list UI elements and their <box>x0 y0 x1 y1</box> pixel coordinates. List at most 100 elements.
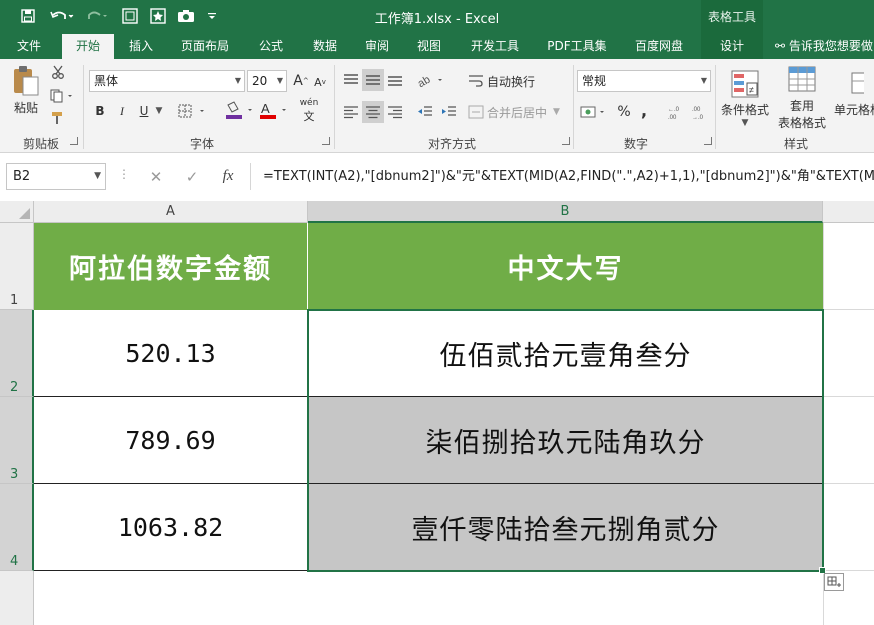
tab-view[interactable]: 视图 <box>406 34 452 59</box>
italic-button[interactable]: I <box>114 101 130 121</box>
select-all-corner[interactable] <box>0 201 34 223</box>
cell-a4[interactable]: 1063.82 <box>34 484 308 571</box>
cell-b2[interactable]: 伍佰贰拾元壹角叁分 <box>308 310 823 397</box>
increase-font-icon[interactable]: A ^ <box>292 71 310 91</box>
tell-me-box[interactable]: ⚯ 告诉我您想要做 <box>775 34 873 59</box>
gridline <box>823 570 874 571</box>
cut-icon[interactable] <box>48 63 68 81</box>
align-middle-icon[interactable] <box>362 69 384 91</box>
borders-icon[interactable] <box>176 101 212 121</box>
row-header-4[interactable]: 4 <box>0 484 34 571</box>
align-bottom-icon[interactable] <box>384 69 406 91</box>
align-left-icon[interactable] <box>340 101 362 123</box>
fill-color-icon[interactable] <box>222 99 260 123</box>
font-name-value: 黑体 <box>94 74 119 88</box>
enter-icon: ✓ <box>185 167 199 186</box>
clipboard-launcher-icon[interactable] <box>70 137 78 145</box>
tab-baidu-netdisk[interactable]: 百度网盘 <box>626 34 692 59</box>
increase-indent-icon[interactable] <box>438 101 460 123</box>
underline-button[interactable]: U <box>136 101 152 121</box>
cell-b4[interactable]: 壹仟零陆拾叁元捌角贰分 <box>308 484 823 571</box>
column-header-c[interactable] <box>823 201 874 223</box>
select-all-icon <box>19 208 30 219</box>
tab-design[interactable]: 设计 <box>701 34 763 59</box>
format-painter-icon[interactable] <box>48 109 68 127</box>
percent-button[interactable]: % <box>614 101 634 123</box>
cell-styles-button[interactable]: 单元格格 <box>834 63 874 123</box>
row-header-5[interactable] <box>0 571 34 625</box>
phonetic-guide-icon[interactable]: wén 文 <box>298 98 320 123</box>
tab-file[interactable]: 文件 <box>6 34 52 59</box>
wrap-text-icon <box>469 75 483 87</box>
font-size-combo[interactable]: 20 ▼ <box>247 70 287 92</box>
insert-function-button[interactable]: fx <box>210 168 246 185</box>
copy-icon[interactable] <box>48 87 78 105</box>
align-top-icon[interactable] <box>340 69 362 91</box>
tab-formulas[interactable]: 公式 <box>248 34 294 59</box>
resize-handle-icon[interactable]: ⋮ <box>118 167 130 187</box>
row-number: 4 <box>10 554 19 569</box>
orientation-icon[interactable]: ab <box>414 69 450 91</box>
phonetic-guide-text: wén <box>299 98 319 108</box>
font-color-icon[interactable]: A <box>256 99 294 123</box>
align-right-icon[interactable] <box>384 101 406 123</box>
name-box[interactable]: B2 ▼ <box>6 163 106 190</box>
cell-a2[interactable]: 520.13 <box>34 310 308 397</box>
cell-a1[interactable]: 阿拉伯数字金额 <box>34 223 308 310</box>
formula-input[interactable]: =TEXT(INT(A2),"[dbnum2]")&"元"&TEXT(MID(A… <box>250 163 874 190</box>
cancel-icon: ✕ <box>149 167 163 186</box>
conditional-formatting-icon: ≠ <box>731 70 759 97</box>
cell-styles-icon <box>851 72 864 93</box>
chevron-down-icon: ▼ <box>700 76 707 85</box>
conditional-formatting-button[interactable]: ≠ 条件格式 ▼ <box>718 63 772 133</box>
cell-b3[interactable]: 柒佰捌拾玖元陆角玖分 <box>308 397 823 484</box>
paste-button[interactable]: 粘贴 <box>6 63 46 117</box>
format-as-table-button[interactable]: 套用 表格格式 <box>772 63 832 133</box>
tab-home[interactable]: 开始 <box>62 34 114 59</box>
name-box-value: B2 <box>13 169 31 184</box>
svg-text:←.0: ←.0 <box>668 107 680 113</box>
bold-button[interactable]: B <box>92 101 108 121</box>
number-launcher-icon[interactable] <box>704 137 712 145</box>
quick-analysis-icon[interactable] <box>824 573 844 591</box>
number-format-value: 常规 <box>582 74 607 88</box>
row-header-1[interactable]: 1 <box>0 223 34 310</box>
paste-icon <box>14 65 39 95</box>
wrap-text-button[interactable]: 自动换行 <box>468 71 544 91</box>
number-format-combo[interactable]: 常规 ▼ <box>577 70 711 92</box>
table-tools-label: 表格工具 <box>701 0 763 34</box>
svg-text:.00: .00 <box>692 107 701 113</box>
column-header-a[interactable]: A <box>34 201 308 223</box>
alignment-launcher-icon[interactable] <box>562 137 570 145</box>
row-header-3[interactable]: 3 <box>0 397 34 484</box>
cell-a3[interactable]: 789.69 <box>34 397 308 484</box>
decrease-font-icon[interactable]: Av <box>312 73 328 91</box>
row-number: 2 <box>10 380 19 395</box>
decrease-indent-icon[interactable] <box>414 101 436 123</box>
row-header-2[interactable]: 2 <box>0 310 34 397</box>
merge-center-label: 合并后居中 <box>487 105 548 120</box>
cell-b1[interactable]: 中文大写 <box>308 223 823 310</box>
gridline <box>823 309 874 310</box>
format-as-table-label-1: 套用 <box>789 99 814 113</box>
tab-pdf-tools[interactable]: PDF工具集 <box>540 34 614 59</box>
currency-icon[interactable] <box>578 101 612 123</box>
column-header-b[interactable]: B <box>308 201 823 223</box>
tab-developer[interactable]: 开发工具 <box>462 34 528 59</box>
tab-review[interactable]: 审阅 <box>354 34 400 59</box>
ribbon-home: 粘贴 剪贴板 黑体 ▼ 20 ▼ A ^ Av B I U ▼ A wén 文 字… <box>0 59 874 153</box>
tab-data[interactable]: 数据 <box>302 34 348 59</box>
font-launcher-icon[interactable] <box>322 137 330 145</box>
increase-decimal-icon[interactable]: ←.0.00 <box>664 101 686 123</box>
worksheet-grid[interactable]: A B 1 2 3 4 阿拉伯数字金额 中文大写 520.13 789.69 1… <box>0 201 874 625</box>
decrease-decimal-icon[interactable]: .00 →.0 <box>688 101 710 123</box>
lightbulb-icon: ⚯ <box>775 39 786 53</box>
tab-insert[interactable]: 插入 <box>118 34 164 59</box>
font-name-combo[interactable]: 黑体 ▼ <box>89 70 245 92</box>
tab-page-layout[interactable]: 页面布局 <box>172 34 238 59</box>
group-divider <box>334 65 335 149</box>
comma-style-button[interactable]: , <box>636 99 652 121</box>
chevron-down-icon[interactable]: ▼ <box>154 105 164 117</box>
align-center-icon[interactable] <box>362 101 384 123</box>
merge-cells-icon <box>468 105 484 119</box>
